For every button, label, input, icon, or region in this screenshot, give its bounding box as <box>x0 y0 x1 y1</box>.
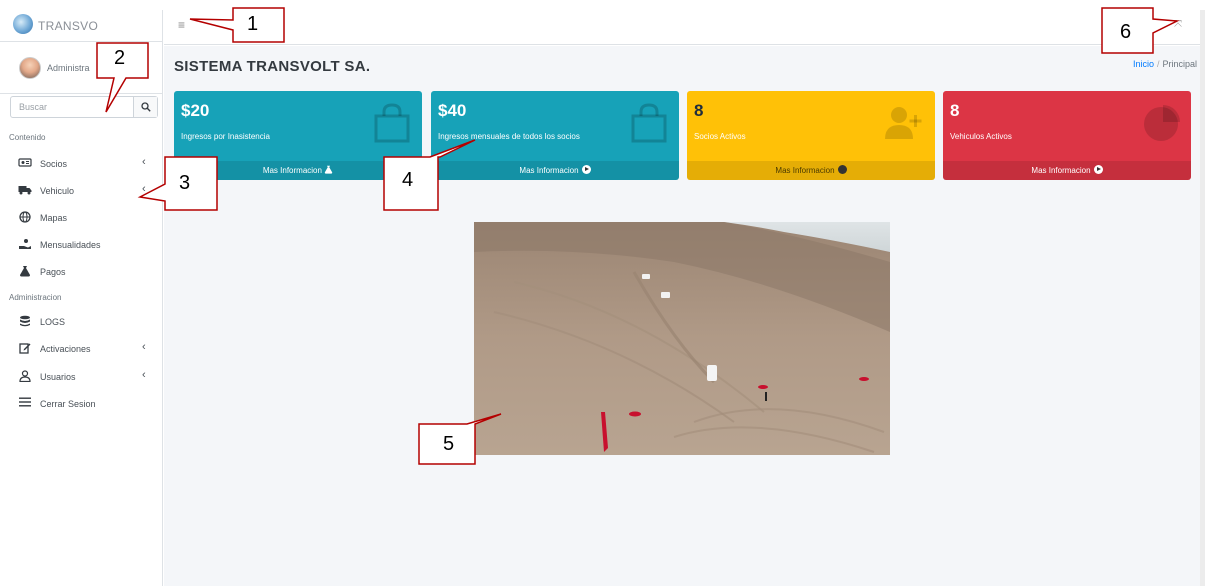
card-footer-link[interactable]: Mas Informacion <box>687 161 935 180</box>
user-icon <box>18 370 32 383</box>
vertical-scrollbar[interactable] <box>1200 10 1205 586</box>
card-value: 8 <box>694 101 704 120</box>
brand-text: TRANSVO <box>38 19 99 33</box>
chevron-left-icon: ‹ <box>142 341 146 353</box>
users-icon <box>18 157 32 169</box>
sidebar-item-label: Vehiculo <box>40 186 75 196</box>
card-value: $40 <box>438 101 467 120</box>
database-icon <box>18 315 32 327</box>
card-label: Vehiculos Activos <box>950 132 1012 141</box>
card-footer-label: Mas Informacion <box>1031 166 1091 175</box>
brand[interactable]: TRANSVO <box>0 10 163 42</box>
sidebar-item-label: Mapas <box>40 213 68 223</box>
sidebar-item-label: Socios <box>40 159 68 169</box>
card-footer-label: Mas Informacion <box>262 166 322 175</box>
menu-lines-icon <box>18 397 32 409</box>
main-content: SISTEMA TRANSVOLT SA. Inicio / Principal $… <box>164 46 1205 586</box>
edit-icon <box>18 342 32 354</box>
sidebar-item-label: Pagos <box>40 267 66 277</box>
sidebar-item-label: Activaciones <box>40 344 91 354</box>
arrow-circle-right-icon <box>1093 165 1103 174</box>
brand-logo-icon <box>13 14 33 34</box>
sidebar-item-pagos[interactable]: Pagos <box>0 261 163 283</box>
sidebar-item-label: Mensualidades <box>40 240 101 250</box>
annotation-number: 6 <box>1120 21 1132 43</box>
annotation-number: 5 <box>443 433 455 455</box>
section-header-administracion: Administracion <box>9 293 62 302</box>
arrow-circle-right-icon <box>837 165 847 174</box>
sidebar-item-usuarios[interactable]: Usuarios ‹ <box>0 366 163 388</box>
sidebar-item-logs[interactable]: LOGS <box>0 311 163 333</box>
avatar <box>19 57 41 79</box>
breadcrumb-current: Principal <box>1162 59 1197 69</box>
hamburger-menu-button[interactable]: ≡ <box>178 18 185 32</box>
card-value: $20 <box>181 101 210 120</box>
card-footer-label: Mas Informacion <box>775 166 835 175</box>
card-label: Ingresos por Inasistencia <box>181 132 270 141</box>
sidebar-item-mensualidades[interactable]: Mensualidades <box>0 234 163 256</box>
page-title: SISTEMA TRANSVOLT SA. <box>174 58 371 75</box>
annotation-number: 3 <box>179 172 191 194</box>
card-footer-label: Mas Informacion <box>519 166 579 175</box>
money-bag-icon <box>18 265 32 277</box>
arrow-circle-right-icon <box>581 165 591 174</box>
pie-chart-icon <box>1144 105 1180 141</box>
annotation-number: 4 <box>402 169 414 191</box>
breadcrumb: Inicio / Principal <box>1133 59 1197 69</box>
topbar: ≡ ⤧ <box>164 10 1205 45</box>
sidebar-item-label: LOGS <box>40 317 66 327</box>
info-card-vehiculos-activos: 8 Vehiculos Activos Mas Informacion <box>943 91 1191 180</box>
annotation-number: 2 <box>114 47 126 69</box>
globe-icon <box>18 211 32 223</box>
section-header-contenido: Contenido <box>9 133 46 142</box>
sidebar-item-cerrar-sesion[interactable]: Cerrar Sesion <box>0 393 163 415</box>
user-name: Administra <box>47 63 90 73</box>
breadcrumb-separator: / <box>1156 59 1160 69</box>
chevron-left-icon: ‹ <box>142 369 146 381</box>
sidebar-item-label: Usuarios <box>40 372 76 382</box>
card-footer-link[interactable]: Mas Informacion <box>943 161 1191 180</box>
info-card-socios-activos: 8 Socios Activos Mas Informacion <box>687 91 935 180</box>
app-window: TRANSVO Administra Contenido Socios ‹ Ve… <box>0 0 1205 586</box>
breadcrumb-home-link[interactable]: Inicio <box>1133 59 1154 69</box>
dune-vehicles-photo <box>474 222 890 455</box>
sidebar-item-activaciones[interactable]: Activaciones ‹ <box>0 338 163 360</box>
user-plus-icon <box>885 107 922 139</box>
card-value: 8 <box>950 101 960 120</box>
money-bag-icon <box>324 165 333 175</box>
card-label: Socios Activos <box>694 132 746 141</box>
annotation-number: 1 <box>247 13 259 35</box>
shopping-bag-icon <box>631 103 667 143</box>
sidebar-item-label: Cerrar Sesion <box>40 399 96 409</box>
hand-coin-icon <box>18 238 32 250</box>
truck-icon <box>18 184 32 196</box>
